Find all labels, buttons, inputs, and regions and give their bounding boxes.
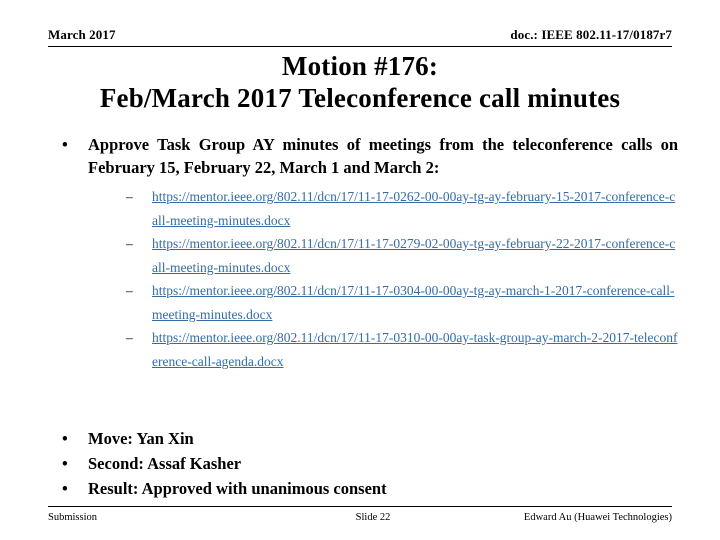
title-line-1: Motion #176:	[281, 51, 439, 81]
header-document-number: doc.: IEEE 802.11-17/0187r7	[510, 27, 672, 42]
link-list: – https://mentor.ieee.org/802.11/dcn/17/…	[88, 185, 678, 373]
dash-marker-icon: –	[126, 283, 133, 298]
bullet-approve-minutes: • Approve Task Group AY minutes of meeti…	[55, 133, 678, 373]
dash-marker-icon: –	[126, 236, 133, 251]
header-row: March 2017 doc.: IEEE 802.11-17/0187r7	[48, 26, 672, 44]
footer-row: Submission Slide 22 Edward Au (Huawei Te…	[48, 511, 672, 525]
dash-marker-icon: –	[126, 189, 133, 204]
bullet-marker-icon: •	[62, 454, 68, 473]
list-item-link-2: – https://mentor.ieee.org/802.11/dcn/17/…	[121, 232, 678, 279]
footer-slide-number: Slide 22	[355, 512, 391, 523]
footer-author: Edward Au (Huawei Technologies)	[523, 512, 672, 523]
link-march-2-agenda[interactable]: https://mentor.ieee.org/802.11/dcn/17/11…	[152, 330, 677, 369]
footer-submission-label: Submission	[48, 512, 98, 523]
header-date: March 2017	[48, 27, 116, 42]
bullet-list-outcome: • Move: Yan Xin • Second: Assaf Kasher •…	[0, 428, 720, 500]
list-item-link-4: – https://mentor.ieee.org/802.11/dcn/17/…	[121, 326, 678, 373]
slide: March 2017 doc.: IEEE 802.11-17/0187r7 M…	[0, 0, 720, 540]
bullet-list-primary: • Approve Task Group AY minutes of meeti…	[0, 133, 720, 373]
bullet-result: • Result: Approved with unanimous consen…	[55, 478, 678, 500]
motion-outcome-group: • Move: Yan Xin • Second: Assaf Kasher •…	[0, 428, 720, 503]
bullet-mover-text: Move: Yan Xin	[88, 429, 194, 448]
slide-title: Motion #176: Feb/March 2017 Teleconferen…	[12, 50, 708, 114]
link-february-22-minutes[interactable]: https://mentor.ieee.org/802.11/dcn/17/11…	[152, 236, 675, 275]
dash-marker-icon: –	[126, 330, 133, 345]
bullet-marker-icon: •	[62, 135, 68, 154]
header-divider	[48, 46, 672, 47]
bullet-seconder-text: Second: Assaf Kasher	[88, 454, 242, 473]
slide-header: March 2017 doc.: IEEE 802.11-17/0187r7	[48, 26, 672, 48]
link-february-15-minutes[interactable]: https://mentor.ieee.org/802.11/dcn/17/11…	[152, 189, 675, 228]
title-line-2: Feb/March 2017 Teleconference call minut…	[99, 83, 621, 113]
bullet-seconder: • Second: Assaf Kasher	[55, 453, 678, 475]
footer-divider	[48, 506, 672, 507]
bullet-marker-icon: •	[62, 429, 68, 448]
list-item-link-1: – https://mentor.ieee.org/802.11/dcn/17/…	[121, 185, 678, 232]
bullet-approve-minutes-text: Approve Task Group AY minutes of meeting…	[88, 135, 678, 177]
bullet-mover: • Move: Yan Xin	[55, 428, 678, 450]
list-item-link-3: – https://mentor.ieee.org/802.11/dcn/17/…	[121, 279, 678, 326]
bullet-marker-icon: •	[62, 479, 68, 498]
link-march-1-minutes[interactable]: https://mentor.ieee.org/802.11/dcn/17/11…	[152, 283, 674, 322]
bullet-result-text: Result: Approved with unanimous consent	[88, 479, 387, 498]
slide-body: • Approve Task Group AY minutes of meeti…	[0, 133, 720, 373]
